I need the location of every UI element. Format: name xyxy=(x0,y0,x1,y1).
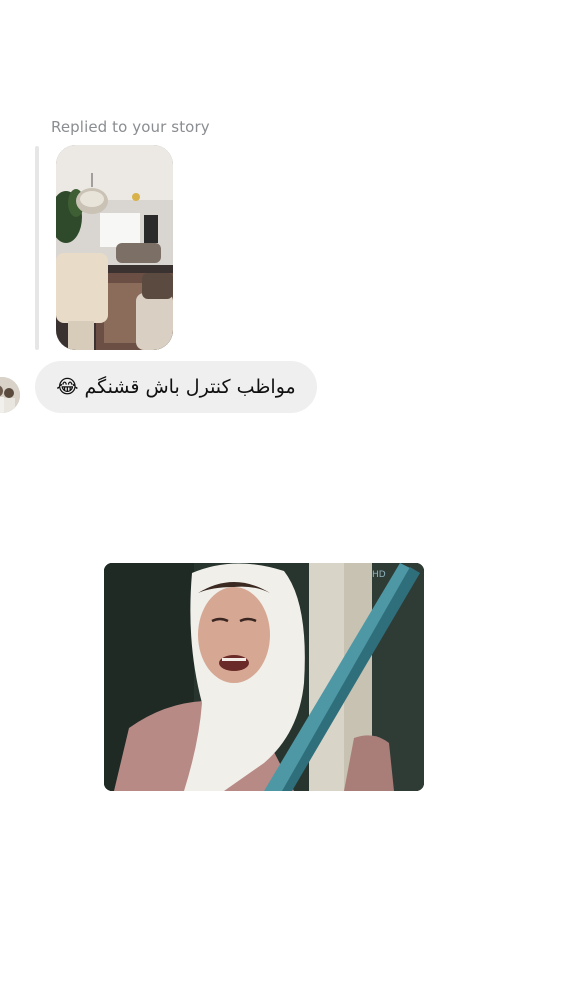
sent-photo[interactable]: HD xyxy=(104,563,424,791)
contact-avatar[interactable] xyxy=(0,377,20,413)
message-text: مواظب کنترل باش قشنگم 😂 xyxy=(56,376,296,398)
story-thumbnail[interactable] xyxy=(56,145,173,350)
watermark-logo: HD xyxy=(372,570,386,580)
incoming-message-bubble[interactable]: مواظب کنترل باش قشنگم 😂 xyxy=(35,361,317,413)
reply-indicator-bar xyxy=(35,146,39,350)
crying-woman-photo: HD xyxy=(104,563,424,791)
replied-to-story-label: Replied to your story xyxy=(51,118,210,136)
message-thread: Replied to your story مواظب کنترل باش قش… xyxy=(0,0,563,1000)
avatar-image xyxy=(0,377,20,413)
living-room-image xyxy=(56,145,173,350)
